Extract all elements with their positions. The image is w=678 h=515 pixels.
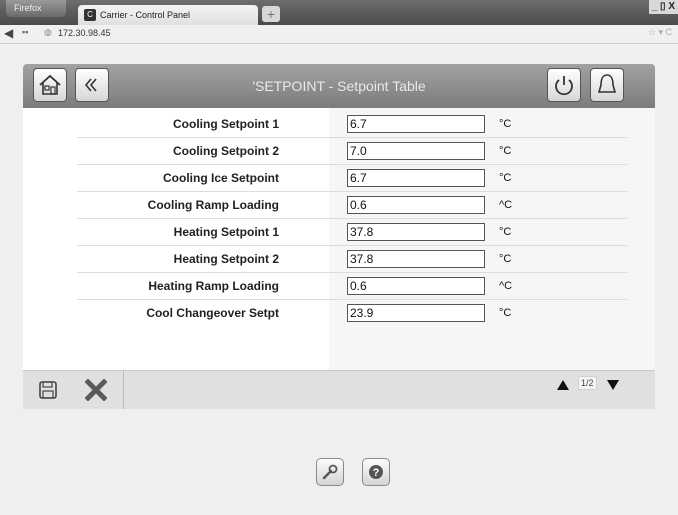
- page-indicator: 1/2: [578, 376, 597, 390]
- address-bar[interactable]: ◀ ▪▪ ◍ 172.30.98.45 ☆ ▾ C: [0, 25, 678, 44]
- setpoint-label: Cooling Setpoint 1: [173, 117, 279, 131]
- setpoint-row: Heating Setpoint 1 37.8 °C: [23, 219, 655, 246]
- alarm-button[interactable]: [590, 68, 624, 102]
- svg-text:?: ?: [373, 467, 380, 479]
- browser-tab[interactable]: C Carrier - Control Panel: [78, 5, 258, 25]
- setpoint-unit: °C: [499, 226, 512, 238]
- setpoint-unit: °C: [499, 253, 512, 265]
- help-button[interactable]: ?: [362, 458, 390, 486]
- setpoint-value-field[interactable]: 7.0: [347, 142, 485, 160]
- bell-icon: [597, 74, 617, 93]
- chevron-double-left-icon: [84, 78, 97, 92]
- bookmark-star-icon[interactable]: ☆ ▾ C: [648, 27, 672, 38]
- floppy-disk-icon: [39, 381, 57, 399]
- new-tab-button[interactable]: +: [262, 6, 280, 22]
- setpoint-value-field[interactable]: 23.9: [347, 304, 485, 322]
- setpoint-row: Cool Changeover Setpt 23.9 °C: [23, 300, 655, 327]
- back-button[interactable]: [75, 68, 109, 102]
- action-bar-divider: [123, 371, 124, 409]
- firefox-menu-button[interactable]: Firefox: [6, 0, 66, 17]
- carrier-favicon-icon: C: [84, 9, 96, 21]
- tools-button[interactable]: [316, 458, 344, 486]
- setpoint-label: Heating Setpoint 2: [173, 252, 279, 266]
- setpoint-label: Cooling Ice Setpoint: [163, 171, 279, 185]
- setpoint-unit: ^C: [499, 280, 513, 292]
- window-controls[interactable]: _ ▯ X: [648, 0, 678, 14]
- setpoint-unit: °C: [499, 145, 512, 157]
- site-identity-icon[interactable]: ▪▪: [22, 27, 28, 37]
- setpoint-label: Cool Changeover Setpt: [146, 306, 279, 320]
- setpoint-value-field[interactable]: 6.7: [347, 169, 485, 187]
- cancel-button[interactable]: [83, 377, 109, 403]
- browser-tab-bar: Firefox C Carrier - Control Panel + _ ▯ …: [0, 0, 678, 25]
- page-down-arrow-icon[interactable]: [606, 379, 620, 391]
- setpoint-row: Cooling Setpoint 2 7.0 °C: [23, 138, 655, 165]
- power-icon: [555, 76, 573, 96]
- wrench-icon: [322, 464, 338, 480]
- setpoint-value-field[interactable]: 0.6: [347, 277, 485, 295]
- globe-icon: ◍: [44, 27, 52, 37]
- setpoint-value-field[interactable]: 37.8: [347, 250, 485, 268]
- setpoint-table: Cooling Setpoint 1 6.7 °C Cooling Setpoi…: [23, 108, 655, 370]
- page-up-arrow-icon[interactable]: [556, 379, 570, 391]
- setpoint-unit: °C: [499, 118, 512, 130]
- setpoint-unit: °C: [499, 307, 512, 319]
- setpoint-value-field[interactable]: 0.6: [347, 196, 485, 214]
- setpoint-label: Heating Setpoint 1: [173, 225, 279, 239]
- page-header: 'SETPOINT - Setpoint Table: [23, 64, 655, 108]
- setpoint-row: Cooling Ramp Loading 0.6 ^C: [23, 192, 655, 219]
- control-panel-page: 'SETPOINT - Setpoint Table Cooling Setpo…: [0, 44, 678, 515]
- setpoint-value-field[interactable]: 6.7: [347, 115, 485, 133]
- question-icon: ?: [369, 465, 383, 479]
- action-bar: 1/2: [23, 370, 655, 409]
- home-icon: [39, 74, 61, 95]
- tab-title: Carrier - Control Panel: [100, 10, 191, 20]
- setpoint-row: Cooling Setpoint 1 6.7 °C: [23, 111, 655, 138]
- setpoint-row: Heating Setpoint 2 37.8 °C: [23, 246, 655, 273]
- url-text[interactable]: 172.30.98.45: [58, 28, 111, 38]
- back-arrow-icon[interactable]: ◀: [4, 26, 13, 40]
- setpoint-unit: ^C: [499, 199, 513, 211]
- setpoint-label: Heating Ramp Loading: [148, 279, 279, 293]
- setpoint-label: Cooling Ramp Loading: [147, 198, 279, 212]
- x-icon: [85, 379, 107, 401]
- setpoint-label: Cooling Setpoint 2: [173, 144, 279, 158]
- setpoint-row: Cooling Ice Setpoint 6.7 °C: [23, 165, 655, 192]
- setpoint-unit: °C: [499, 172, 512, 184]
- setpoint-value-field[interactable]: 37.8: [347, 223, 485, 241]
- power-button[interactable]: [547, 68, 581, 102]
- setpoint-row: Heating Ramp Loading 0.6 ^C: [23, 273, 655, 300]
- home-button[interactable]: [33, 68, 67, 102]
- save-button[interactable]: [35, 377, 61, 403]
